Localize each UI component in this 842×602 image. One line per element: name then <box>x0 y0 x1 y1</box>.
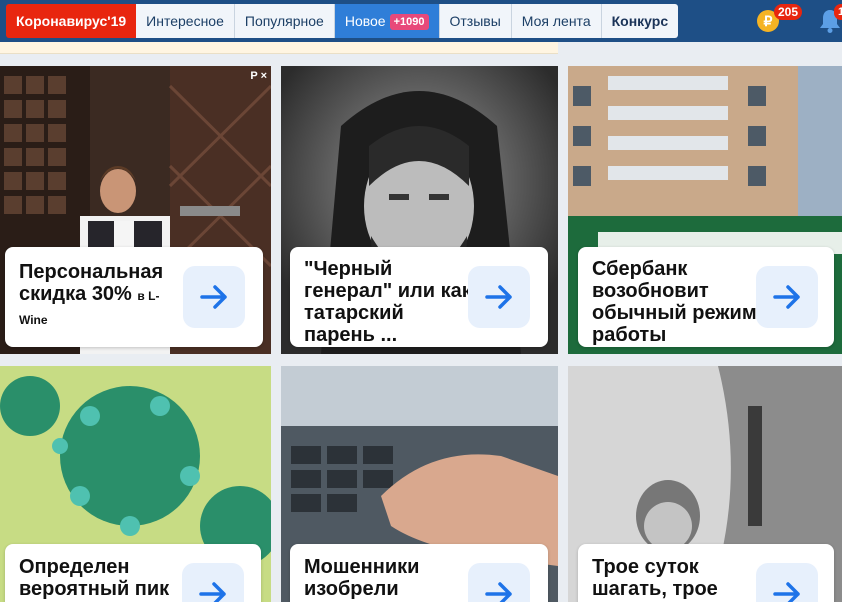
tab-label: Популярное <box>244 13 324 29</box>
news-card[interactable]: "Черный генерал" или как татарский парен… <box>281 66 558 354</box>
tab-label: Интересное <box>146 13 224 29</box>
tab-my-feed[interactable]: Моя лента <box>511 4 602 38</box>
card-title: Определен вероятный пик <box>19 556 170 600</box>
card-caption[interactable]: "Черный генерал" или как татарский парен… <box>290 247 548 347</box>
arrow-right-icon <box>773 285 800 309</box>
open-article-button[interactable] <box>756 563 818 602</box>
banner-strip <box>0 42 558 54</box>
card-title: Мошенники изобрели <box>304 556 420 600</box>
news-card[interactable]: Сбербанк возобновит обычный режим работы <box>568 66 842 354</box>
notification-count-badge: 1 <box>834 4 842 20</box>
nav-tabs: Коронавирус'19 Интересное Популярное Нов… <box>6 4 679 38</box>
ad-marker[interactable]: P × <box>250 70 267 82</box>
arrow-right-icon <box>485 285 512 309</box>
arrow-right-icon <box>485 582 512 602</box>
card-caption[interactable]: Персональная скидка 30% в L- Wine <box>5 247 263 347</box>
open-article-button[interactable] <box>182 563 244 602</box>
news-card[interactable]: Мошенники изобрели <box>281 366 558 602</box>
arrow-right-icon <box>199 582 226 602</box>
card-caption[interactable]: Сбербанк возобновит обычный режим работы <box>578 247 834 347</box>
open-article-button[interactable] <box>468 266 530 328</box>
tab-label: Новое <box>344 13 386 29</box>
tab-interesting[interactable]: Интересное <box>136 4 235 38</box>
tab-reviews[interactable]: Отзывы <box>439 4 512 38</box>
tab-coronavirus[interactable]: Коронавирус'19 <box>6 4 137 38</box>
card-title-suffix: в L- <box>137 289 160 303</box>
tab-contest[interactable]: Конкурс <box>601 4 679 38</box>
card-caption[interactable]: Трое суток шагать, трое <box>578 544 834 602</box>
card-title: "Черный генерал" или как татарский парен… <box>304 258 472 346</box>
top-navigation-bar: Коронавирус'19 Интересное Популярное Нов… <box>0 0 842 42</box>
card-title: Персональная скидка 30% в L- Wine <box>19 261 189 331</box>
tab-label: Отзывы <box>449 13 501 29</box>
open-article-button[interactable] <box>468 563 530 602</box>
coin-count-badge: 205 <box>774 4 803 20</box>
tab-label: Коронавирус'19 <box>16 13 127 29</box>
tab-label: Моя лента <box>521 13 591 29</box>
arrow-right-icon <box>773 582 800 602</box>
tab-popular[interactable]: Популярное <box>234 4 335 38</box>
news-card[interactable]: Трое суток шагать, трое <box>568 366 842 602</box>
news-card[interactable]: Определен вероятный пик <box>0 366 271 602</box>
ad-p-icon: P <box>250 70 258 82</box>
card-title: Трое суток шагать, трое <box>592 556 718 600</box>
open-article-button[interactable] <box>756 266 818 328</box>
arrow-right-icon <box>200 285 227 309</box>
tab-label: Конкурс <box>611 13 669 29</box>
new-count-badge: +1090 <box>389 14 429 30</box>
card-title: Сбербанк возобновит обычный режим работы <box>592 258 757 346</box>
card-caption[interactable]: Определен вероятный пик <box>5 544 261 602</box>
card-caption[interactable]: Мошенники изобрели <box>290 544 548 602</box>
card-title-brand: Wine <box>19 313 48 327</box>
close-icon[interactable]: × <box>261 70 267 82</box>
open-article-button[interactable] <box>183 266 245 328</box>
news-card[interactable]: P × Персональная скидка 30% в L- Wine <box>0 66 271 354</box>
tab-new[interactable]: Новое +1090 <box>334 4 440 38</box>
